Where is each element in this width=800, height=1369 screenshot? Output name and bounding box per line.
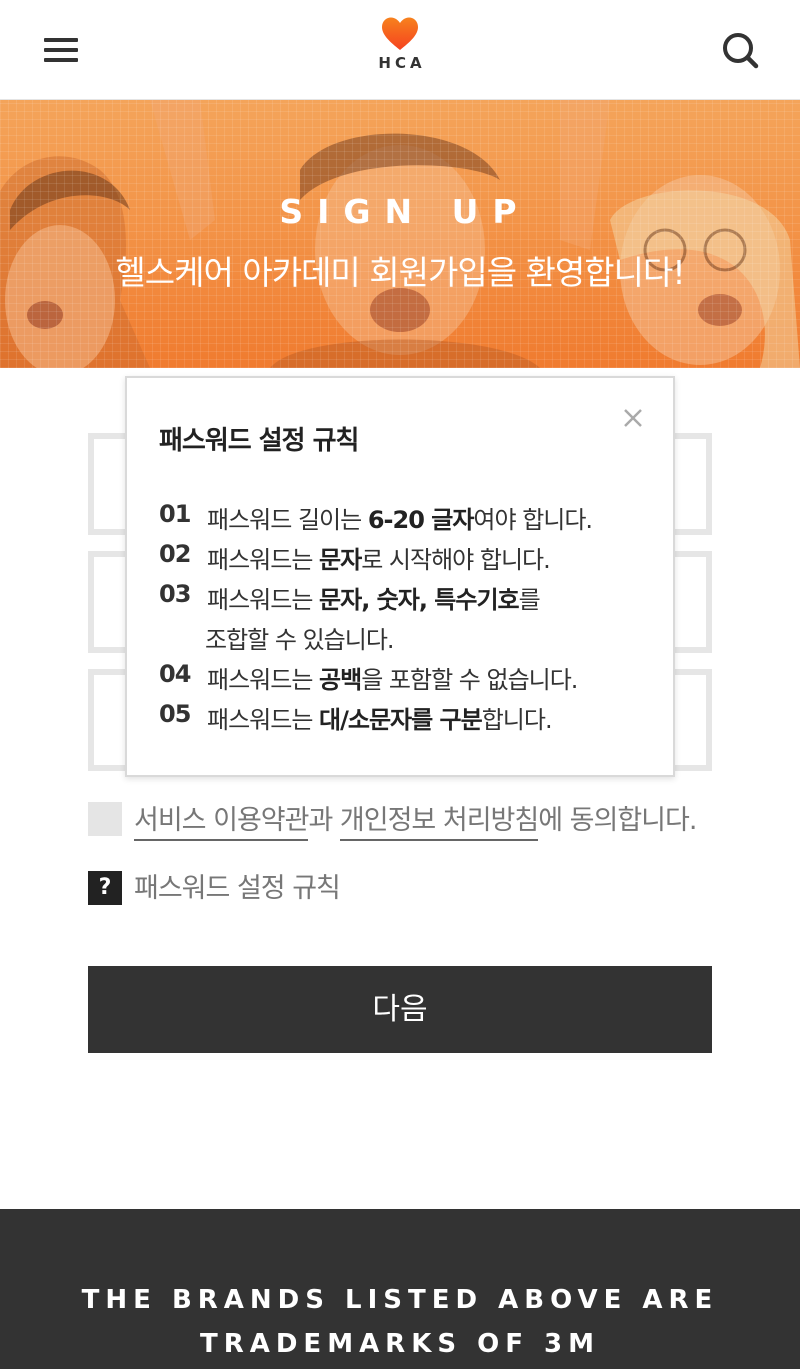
rule-text-end: 합니다. bbox=[481, 706, 553, 734]
rule-text: 패스워드는 bbox=[207, 586, 320, 614]
help-icon[interactable]: ? bbox=[88, 871, 122, 905]
rule-text-end: 여야 합니다. bbox=[473, 506, 593, 534]
rule-emphasis: 대/소문자를 구분 bbox=[319, 706, 483, 734]
rule-text: 패스워드는 bbox=[207, 666, 320, 694]
rule-item: 03 패스워드는 문자, 숫자, 특수기호를 bbox=[159, 580, 659, 620]
rules-list: 01 패스워드 길이는 6-20 글자여야 합니다. 02 패스워드는 문자로 … bbox=[159, 500, 659, 740]
rule-item-continuation: 조합할 수 있습니다. bbox=[159, 620, 659, 660]
agree-checkbox[interactable] bbox=[88, 802, 122, 836]
hero-banner: SIGN UP 헬스케어 아카데미 회원가입을 환영합니다! bbox=[0, 100, 800, 368]
hero-title: SIGN UP bbox=[279, 192, 531, 231]
rule-item: 05 패스워드는 대/소문자를 구분합니다. bbox=[159, 700, 659, 740]
rule-text: 패스워드 길이는 bbox=[207, 506, 368, 534]
rule-item: 02 패스워드는 문자로 시작해야 합니다. bbox=[159, 540, 659, 580]
rule-emphasis: 문자 bbox=[319, 546, 362, 574]
rule-number: 01 bbox=[159, 500, 191, 528]
rule-item: 04 패스워드는 공백을 포함할 수 없습니다. bbox=[159, 660, 659, 700]
rule-number: 04 bbox=[159, 660, 191, 688]
hca-logo[interactable]: HCA bbox=[370, 16, 430, 86]
terms-link[interactable]: 서비스 이용약관 bbox=[134, 805, 309, 841]
agreement-row: 서비스 이용약관과 개인정보 처리방침에 동의합니다. bbox=[88, 798, 728, 842]
hamburger-icon[interactable] bbox=[40, 32, 80, 68]
close-icon[interactable] bbox=[619, 404, 647, 432]
hero-grid-overlay bbox=[0, 100, 800, 368]
rule-text: 패스워드는 bbox=[207, 706, 320, 734]
rule-text-end: 을 포함할 수 없습니다. bbox=[361, 666, 578, 694]
rule-number: 05 bbox=[159, 700, 191, 728]
agreement-connector: 과 bbox=[308, 805, 340, 836]
password-rule-link[interactable]: 패스워드 설정 규칙 bbox=[134, 866, 341, 905]
privacy-link[interactable]: 개인정보 처리방침 bbox=[339, 805, 539, 841]
rule-number: 03 bbox=[159, 580, 191, 608]
footer-line-1: THE BRANDS LISTED ABOVE ARE bbox=[81, 1285, 719, 1315]
logo-text: HCA bbox=[378, 54, 426, 72]
site-footer: THE BRANDS LISTED ABOVE ARE TRADEMARKS O… bbox=[0, 1209, 800, 1369]
agreement-text: 서비스 이용약관과 개인정보 처리방침에 동의합니다. bbox=[134, 798, 697, 841]
modal-title: 패스워드 설정 규칙 bbox=[159, 426, 359, 456]
agreement-suffix: 에 동의합니다. bbox=[538, 805, 697, 836]
footer-line-2: TRADEMARKS OF 3M bbox=[199, 1329, 601, 1359]
site-header: HCA bbox=[0, 0, 800, 100]
hero-subtitle: 헬스케어 아카데미 회원가입을 환영합니다! bbox=[115, 253, 685, 292]
rule-continuation: 조합할 수 있습니다. bbox=[205, 626, 395, 654]
password-rules-modal: 패스워드 설정 규칙 01 패스워드 길이는 6-20 글자여야 합니다. 02… bbox=[125, 376, 675, 777]
rule-item: 01 패스워드 길이는 6-20 글자여야 합니다. bbox=[159, 500, 659, 540]
next-button[interactable]: 다음 bbox=[88, 966, 712, 1053]
rule-emphasis: 6-20 글자 bbox=[367, 506, 475, 534]
rule-number: 02 bbox=[159, 540, 191, 568]
rule-text: 패스워드는 bbox=[207, 546, 320, 574]
rule-emphasis: 문자, 숫자, 특수기호 bbox=[319, 586, 520, 614]
rule-text-end: 를 bbox=[518, 586, 541, 614]
search-icon[interactable] bbox=[718, 28, 762, 72]
rule-text-end: 로 시작해야 합니다. bbox=[361, 546, 551, 574]
rule-emphasis: 공백 bbox=[319, 666, 362, 694]
heart-icon bbox=[382, 17, 418, 50]
